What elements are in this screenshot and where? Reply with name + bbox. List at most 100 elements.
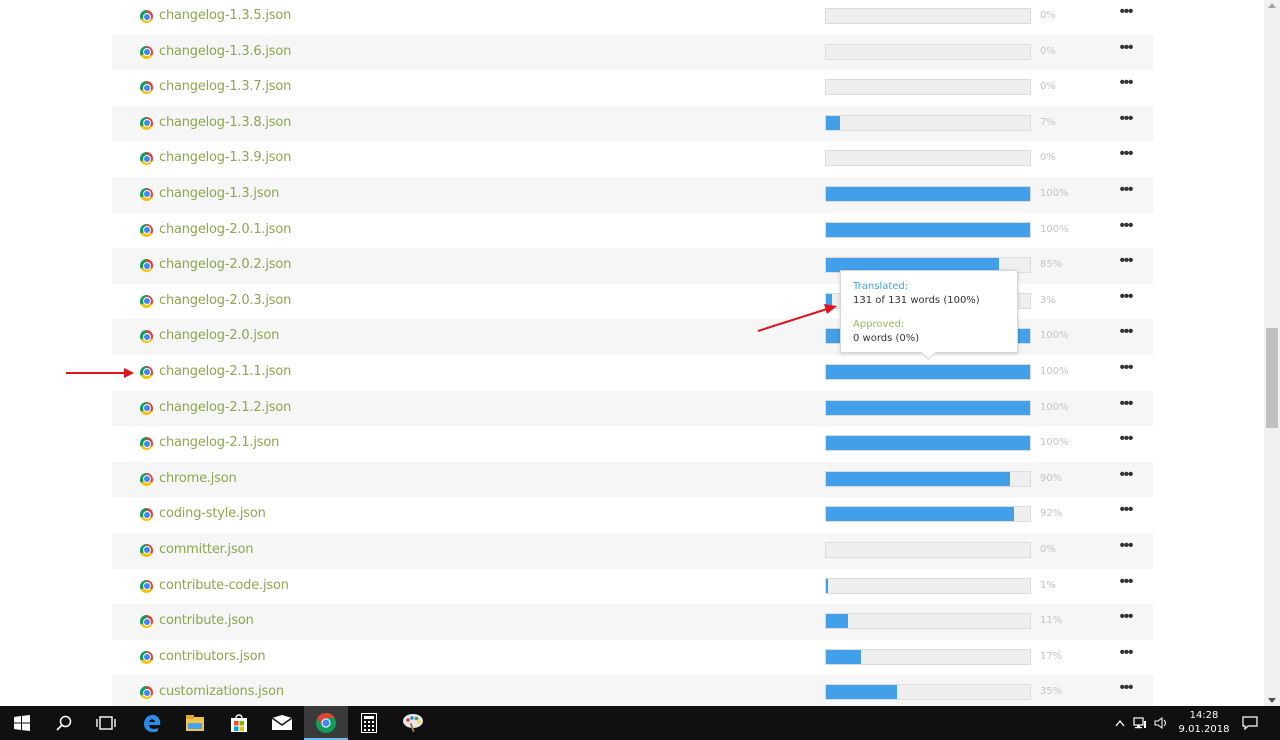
more-options-button[interactable]: ••• (1112, 645, 1140, 666)
file-explorer-button[interactable] (173, 706, 217, 740)
chrome-taskbar-button[interactable] (304, 706, 348, 740)
progress-fill (826, 614, 849, 629)
translation-progress-bar[interactable] (825, 470, 1031, 487)
file-name-link[interactable]: changelog-2.0.json (159, 328, 279, 343)
file-row[interactable]: contribute.json 11% ••• (112, 604, 1153, 640)
file-name-link[interactable]: contribute.json (159, 613, 254, 628)
file-row[interactable]: changelog-2.1.1.json 100% ••• (112, 355, 1153, 391)
show-hidden-icons-button[interactable] (1112, 706, 1128, 740)
translation-progress-bar[interactable] (825, 79, 1031, 96)
translation-progress-bar[interactable] (825, 435, 1031, 452)
network-tray-button[interactable] (1132, 706, 1148, 740)
more-options-button[interactable]: ••• (1112, 431, 1140, 452)
more-options-button[interactable]: ••• (1112, 609, 1140, 630)
file-row[interactable]: changelog-1.3.8.json 7% ••• (112, 105, 1153, 142)
file-row[interactable]: contributors.json 17% ••• (112, 640, 1153, 676)
translation-progress-bar[interactable] (825, 613, 1031, 630)
more-options-button[interactable]: ••• (1112, 324, 1140, 345)
file-name-link[interactable]: chrome.json (159, 471, 237, 486)
more-options-button[interactable]: ••• (1112, 538, 1140, 559)
more-options-button[interactable]: ••• (1112, 289, 1140, 310)
file-row[interactable]: customizations.json 35% ••• (112, 675, 1153, 706)
more-options-button[interactable]: ••• (1112, 360, 1140, 381)
file-name-link[interactable]: changelog-2.1.json (159, 435, 279, 450)
file-name-link[interactable]: changelog-1.3.7.json (159, 79, 291, 94)
file-row[interactable]: changelog-2.0.1.json 100% ••• (112, 213, 1153, 249)
file-row[interactable]: changelog-1.3.9.json 0% ••• (112, 141, 1153, 177)
notification-icon (1242, 716, 1258, 730)
translation-progress-bar[interactable] (825, 185, 1031, 202)
chrome-file-icon (140, 686, 153, 700)
scrollbar-thumb[interactable] (1266, 328, 1278, 428)
more-options-button[interactable]: ••• (1112, 40, 1140, 61)
more-options-button[interactable]: ••• (1112, 502, 1140, 523)
scroll-down-arrow-icon[interactable] (1268, 698, 1276, 703)
store-button[interactable] (217, 706, 261, 740)
file-name-link[interactable]: changelog-1.3.json (159, 186, 279, 201)
file-name-link[interactable]: coding-style.json (159, 506, 266, 521)
file-name-link[interactable]: changelog-1.3.8.json (159, 115, 291, 130)
taskbar-clock[interactable]: 14:28 9.01.2018 (1176, 709, 1232, 737)
file-name-link[interactable]: customizations.json (159, 684, 284, 699)
progress-fill (826, 436, 1030, 451)
more-options-button[interactable]: ••• (1112, 574, 1140, 595)
file-name-link[interactable]: changelog-2.1.2.json (159, 400, 291, 415)
file-row[interactable]: coding-style.json 92% ••• (112, 497, 1153, 533)
annotation-arrow-tooltip (757, 304, 837, 332)
more-options-button[interactable]: ••• (1112, 146, 1140, 167)
file-name-link[interactable]: contributors.json (159, 649, 266, 664)
translation-progress-bar[interactable] (825, 114, 1031, 131)
file-row[interactable]: changelog-1.3.json 100% ••• (112, 176, 1153, 213)
search-button[interactable] (42, 706, 86, 740)
more-options-button[interactable]: ••• (1112, 680, 1140, 701)
translation-progress-bar[interactable] (825, 577, 1031, 594)
file-row[interactable]: contribute-code.json 1% ••• (112, 569, 1153, 605)
file-name-link[interactable]: changelog-2.0.1.json (159, 222, 291, 237)
volume-tray-button[interactable] (1152, 706, 1170, 740)
file-row[interactable]: changelog-1.3.5.json 0% ••• (112, 0, 1153, 35)
file-name-link[interactable]: changelog-1.3.9.json (159, 150, 291, 165)
vertical-scrollbar[interactable] (1264, 0, 1280, 706)
more-options-button[interactable]: ••• (1112, 182, 1140, 203)
translation-progress-bar[interactable] (825, 541, 1031, 558)
file-row[interactable]: changelog-1.3.6.json 0% ••• (112, 34, 1153, 71)
translation-progress-bar[interactable] (825, 648, 1031, 665)
more-options-button[interactable]: ••• (1112, 396, 1140, 417)
translation-progress-bar[interactable] (825, 399, 1031, 416)
file-name-link[interactable]: contribute-code.json (159, 578, 289, 593)
task-view-button[interactable] (84, 706, 128, 740)
scroll-up-arrow-icon[interactable] (1268, 3, 1276, 8)
file-row[interactable]: committer.json 0% ••• (112, 532, 1153, 569)
translation-progress-bar[interactable] (825, 221, 1031, 238)
file-row[interactable]: changelog-2.1.2.json 100% ••• (112, 390, 1153, 427)
more-options-button[interactable]: ••• (1112, 111, 1140, 132)
chrome-file-icon (140, 615, 153, 629)
file-name-link[interactable]: changelog-1.3.6.json (159, 44, 291, 59)
translation-progress-bar[interactable] (825, 8, 1031, 24)
paint-button[interactable] (391, 706, 435, 740)
annotation-arrow-file (66, 368, 134, 378)
more-options-button[interactable]: ••• (1112, 218, 1140, 239)
start-button[interactable] (0, 706, 44, 740)
edge-taskbar-button[interactable] (130, 706, 174, 740)
file-name-link[interactable]: changelog-2.0.3.json (159, 293, 291, 308)
translation-progress-bar[interactable] (825, 684, 1031, 701)
action-center-button[interactable] (1238, 706, 1262, 740)
translation-progress-bar[interactable] (825, 43, 1031, 60)
file-row[interactable]: changelog-2.1.json 100% ••• (112, 426, 1153, 462)
file-row[interactable]: changelog-1.3.7.json 0% ••• (112, 70, 1153, 106)
file-name-link[interactable]: changelog-2.1.1.json (159, 364, 291, 379)
calculator-button[interactable] (347, 706, 391, 740)
mail-button[interactable] (260, 706, 304, 740)
file-name-link[interactable]: changelog-2.0.2.json (159, 257, 291, 272)
file-row[interactable]: chrome.json 90% ••• (112, 461, 1153, 498)
translation-progress-bar[interactable] (825, 150, 1031, 167)
translation-progress-bar[interactable] (825, 363, 1031, 380)
more-options-button[interactable]: ••• (1112, 75, 1140, 96)
file-name-link[interactable]: committer.json (159, 542, 253, 557)
file-name-link[interactable]: changelog-1.3.5.json (159, 8, 291, 23)
translation-progress-bar[interactable] (825, 506, 1031, 523)
more-options-button[interactable]: ••• (1112, 253, 1140, 274)
more-options-button[interactable]: ••• (1112, 4, 1140, 25)
more-options-button[interactable]: ••• (1112, 467, 1140, 488)
